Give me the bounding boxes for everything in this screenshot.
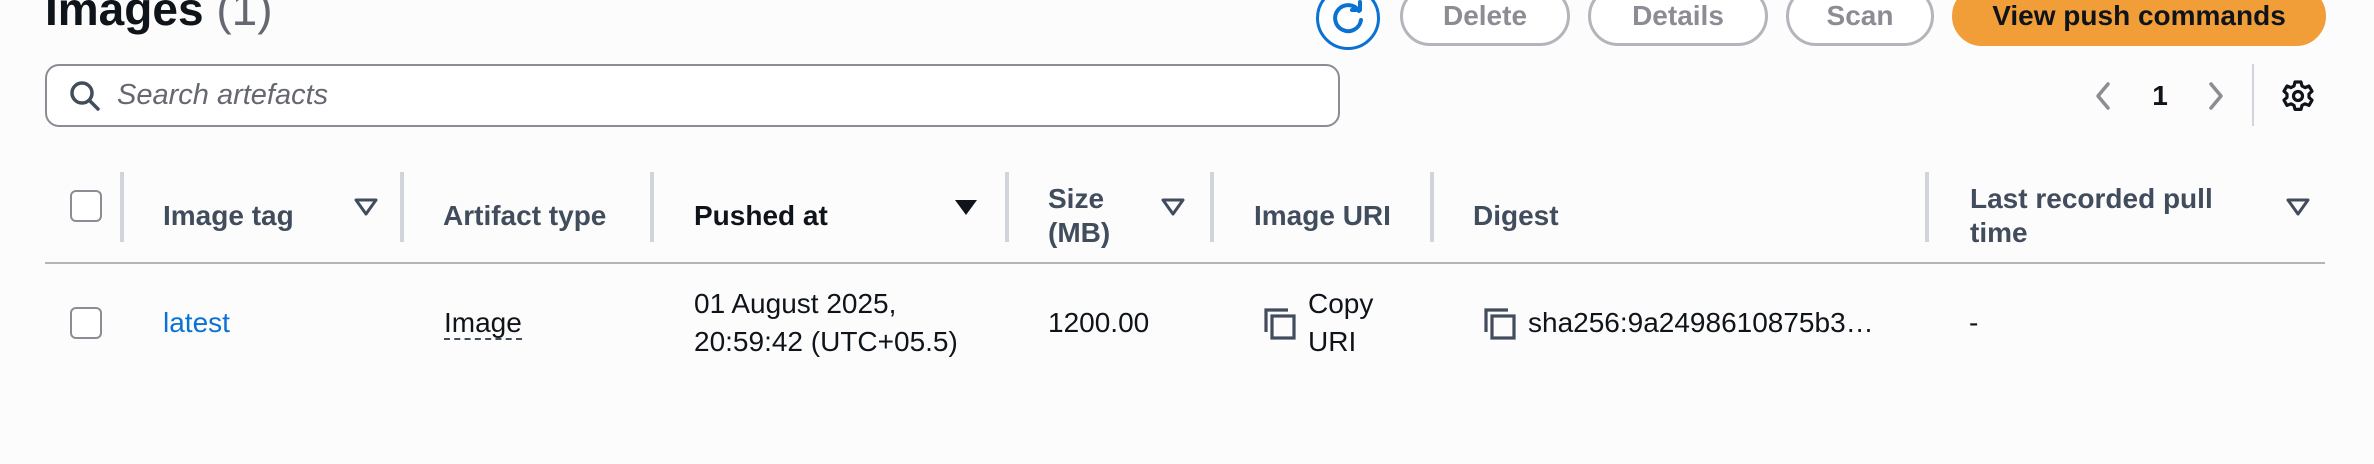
column-header-digest: Digest [1473,200,1559,231]
search-box[interactable] [45,64,1340,127]
last-pull-cell: - [1969,307,1979,338]
column-divider [650,172,654,242]
scan-button[interactable]: Scan [1786,0,1934,46]
artifact-type-cell[interactable]: Image [444,304,522,342]
copy-icon[interactable] [1262,306,1298,342]
pushed-at-date: 01 August 2025, [694,288,897,319]
next-page-button[interactable] [2198,70,2234,122]
column-header-image-uri: Image URI [1254,200,1391,231]
refresh-icon [1333,0,1363,34]
row-checkbox[interactable] [70,307,102,339]
header-divider [45,262,2325,264]
column-header-size-line2: (MB) [1048,217,1111,248]
column-header-last-pull-line2: time [1970,217,2028,248]
sort-down-icon[interactable] [353,196,379,218]
column-divider [400,172,404,242]
pushed-at-time: 20:59:42 (UTC+05.5) [694,326,958,357]
delete-button[interactable]: Delete [1400,0,1570,46]
copy-uri-line1: Copy [1308,288,1374,319]
copy-uri-line2: URI [1308,326,1357,357]
preferences-button[interactable] [2278,70,2318,122]
table-header: Image tag Artifact type Pushed at Size (… [45,170,2325,262]
image-count: (1) [216,0,273,35]
column-header-pushed-at[interactable]: Pushed at [694,170,828,262]
sort-descending-icon[interactable] [953,196,979,218]
column-header-artifact-type: Artifact type [443,200,607,231]
sort-down-icon[interactable] [1160,196,1186,218]
search-icon [70,80,100,111]
page-title: Images (1) [45,0,273,37]
copy-digest-icon[interactable] [1482,306,1518,342]
digest-cell: sha256:9a2498610875b3… [1528,307,1874,338]
image-tag-link[interactable]: latest [163,304,230,342]
column-divider [120,172,124,242]
search-input[interactable] [117,79,1297,112]
pushed-at-cell: 01 August 2025, 20:59:42 (UTC+05.5) [694,285,958,361]
column-header-image-tag[interactable]: Image tag [163,170,294,262]
column-header-last-pull-line1: Last recorded pull [1970,183,2213,214]
current-page[interactable]: 1 [2144,70,2176,122]
column-divider [1210,172,1214,242]
gear-icon [2282,80,2314,111]
chevron-right-icon [2209,82,2223,110]
page-title-text: Images [45,0,204,35]
chevron-left-icon [2096,82,2110,110]
view-push-commands-button[interactable]: View push commands [1952,0,2326,46]
artifact-type-value: Image [444,307,522,340]
size-cell: 1200.00 [1048,307,1150,338]
refresh-button[interactable] [1316,0,1380,50]
pager-divider [2252,64,2254,126]
column-divider [1925,172,1929,242]
column-header-size[interactable]: Size (MB) [1048,170,1110,262]
column-header-last-pull[interactable]: Last recorded pull time [1970,170,2213,262]
details-button[interactable]: Details [1588,0,1768,46]
column-divider [1005,172,1009,242]
column-divider [1430,172,1434,242]
select-all-checkbox[interactable] [70,190,102,222]
column-header-size-line1: Size [1048,183,1105,214]
sort-down-icon[interactable] [2285,196,2311,218]
copy-uri-button[interactable]: Copy URI [1308,285,1373,361]
previous-page-button[interactable] [2085,70,2121,122]
